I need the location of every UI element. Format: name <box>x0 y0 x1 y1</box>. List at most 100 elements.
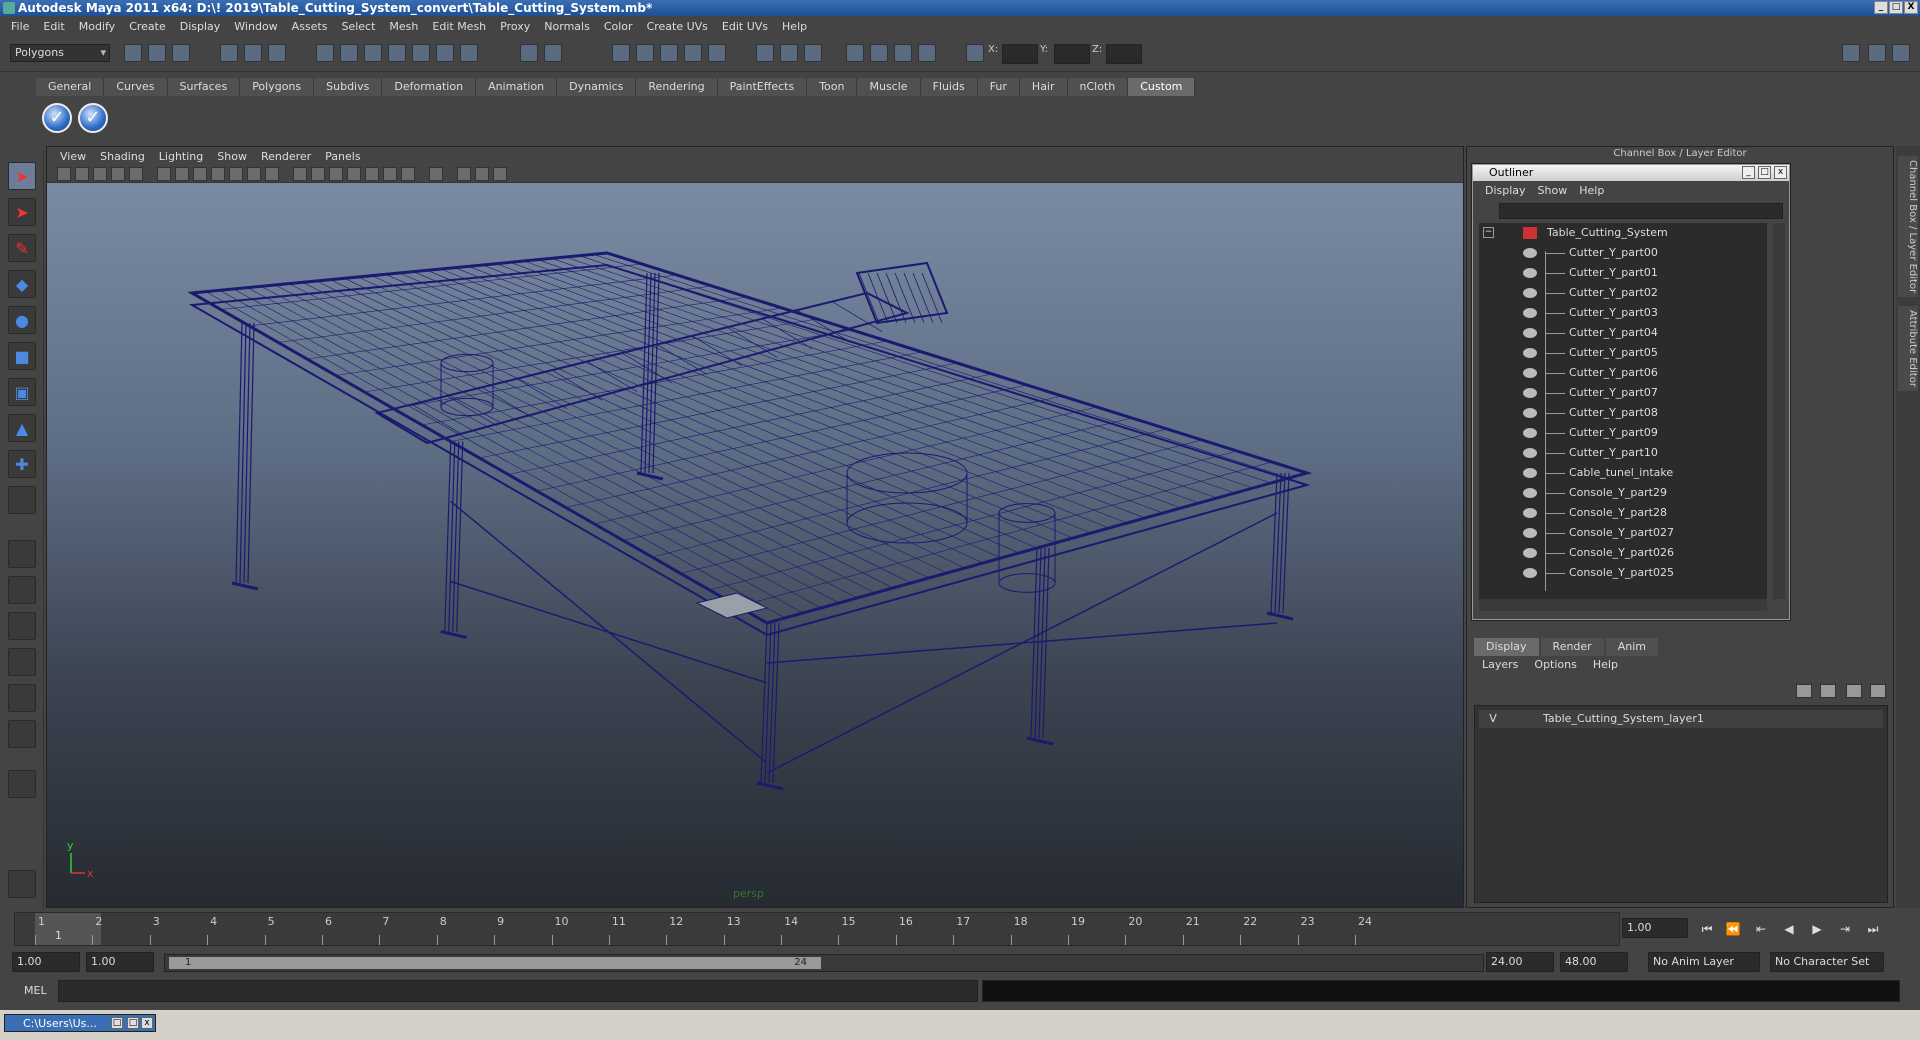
isolate-select-icon[interactable] <box>429 167 443 181</box>
layout-graph-persp-icon[interactable] <box>8 648 36 676</box>
safe-title-icon[interactable] <box>265 167 279 181</box>
shelf-tab-surfaces[interactable]: Surfaces <box>167 78 241 96</box>
select-object-icon[interactable] <box>244 44 262 62</box>
outliner-vertical-scrollbar[interactable] <box>1773 223 1785 599</box>
channel-box-toggle-icon[interactable] <box>756 44 774 62</box>
checkmark-icon[interactable]: ✓ <box>42 103 72 133</box>
scale-tool-icon[interactable]: ■ <box>8 342 36 370</box>
wireframe-model[interactable]: y x <box>47 183 1464 908</box>
close-button[interactable]: X <box>1904 1 1918 14</box>
grid-icon[interactable] <box>157 167 171 181</box>
move-tool-icon[interactable]: ◆ <box>8 270 36 298</box>
new-layer-icon[interactable] <box>1846 684 1862 698</box>
character-set-selector[interactable]: No Character Set <box>1770 952 1884 972</box>
menu-help[interactable]: Help <box>775 20 814 33</box>
soft-modification-icon[interactable]: ▲ <box>8 414 36 442</box>
menu-assets[interactable]: Assets <box>285 20 335 33</box>
animation-end-field[interactable]: 48.00 <box>1560 952 1628 972</box>
outliner-item[interactable]: Cutter_Y_part02 <box>1479 283 1767 303</box>
outliner-item[interactable]: Console_Y_part026 <box>1479 543 1767 563</box>
make-live-icon[interactable] <box>412 44 430 62</box>
attribute-editor-toggle-icon[interactable] <box>780 44 798 62</box>
viewport-menu-view[interactable]: View <box>53 150 93 163</box>
layout-single-icon[interactable] <box>1842 44 1860 62</box>
menu-edit-uvs[interactable]: Edit UVs <box>715 20 775 33</box>
high-quality-icon[interactable] <box>401 167 415 181</box>
outliner-item[interactable]: Cutter_Y_part10 <box>1479 443 1767 463</box>
step-back-icon[interactable]: ⏪ <box>1724 920 1742 938</box>
snap-plane-icon[interactable] <box>388 44 406 62</box>
layout-perspective-icon[interactable] <box>8 540 36 568</box>
outliner-item[interactable]: Cutter_Y_part01 <box>1479 263 1767 283</box>
shelf-tab-animation[interactable]: Animation <box>476 78 558 96</box>
wireframe-icon[interactable] <box>293 167 307 181</box>
shelf-tab-toon[interactable]: Toon <box>807 78 858 96</box>
channel-box-side-tab[interactable]: Channel Box / Layer Editor <box>1898 156 1918 298</box>
outliner-item[interactable]: Console_Y_part027 <box>1479 523 1767 543</box>
taskbar-maximize-button[interactable]: □ <box>127 1017 139 1029</box>
go-to-end-icon[interactable]: ⏭ <box>1864 920 1882 938</box>
outliner-maximize-button[interactable]: □ <box>1758 166 1771 179</box>
layout-four-view-icon[interactable] <box>8 576 36 604</box>
shadows-icon[interactable] <box>383 167 397 181</box>
paint-effects-icon[interactable] <box>8 870 36 898</box>
layer-tab-display[interactable]: Display <box>1474 638 1539 656</box>
outliner-close-button[interactable]: x <box>1774 166 1787 179</box>
outliner-item[interactable]: Cutter_Y_part08 <box>1479 403 1767 423</box>
outliner-item[interactable]: Cable_tunel_intake <box>1479 463 1767 483</box>
lasso-tool-icon[interactable]: ➤ <box>8 198 36 226</box>
collapse-icon[interactable]: − <box>1483 227 1494 238</box>
maximize-button[interactable]: □ <box>1889 1 1903 14</box>
outliner-horizontal-scrollbar[interactable] <box>1479 599 1767 611</box>
menu-edit[interactable]: Edit <box>36 20 71 33</box>
viewport-menu-panels[interactable]: Panels <box>318 150 367 163</box>
menu-color[interactable]: Color <box>597 20 640 33</box>
shelf-tab-ncloth[interactable]: nCloth <box>1067 78 1129 96</box>
viewport-menu-renderer[interactable]: Renderer <box>254 150 318 163</box>
render-view-icon[interactable] <box>612 44 630 62</box>
transform-field-icon[interactable] <box>966 44 984 62</box>
perspective-viewport[interactable]: View Shading Lighting Show Renderer Pane… <box>46 146 1464 908</box>
shelf-tab-general[interactable]: General <box>36 78 105 96</box>
layer-menu-layers[interactable]: Layers <box>1474 658 1526 671</box>
wireframe-on-shaded-icon[interactable] <box>329 167 343 181</box>
viewport-menu-lighting[interactable]: Lighting <box>152 150 210 163</box>
outliner-menu-display[interactable]: Display <box>1479 184 1532 197</box>
layer-row[interactable]: V Table_Cutting_System_layer1 <box>1479 710 1883 728</box>
tool-settings-toggle-icon[interactable] <box>804 44 822 62</box>
current-frame-field[interactable]: 1.00 <box>1622 918 1688 938</box>
outliner-item[interactable]: Cutter_Y_part09 <box>1479 423 1767 443</box>
taskbar-close-button[interactable]: x <box>141 1017 153 1029</box>
move-layer-down-icon[interactable] <box>1820 684 1836 698</box>
outliner-menu-show[interactable]: Show <box>1532 184 1574 197</box>
outliner-item[interactable]: Console_Y_part025 <box>1479 563 1767 583</box>
hypershade-icon[interactable] <box>708 44 726 62</box>
show-manipulator-icon[interactable]: ✚ <box>8 450 36 478</box>
select-component-icon[interactable] <box>268 44 286 62</box>
xray-components-icon[interactable] <box>493 167 507 181</box>
shelf-tab-rendering[interactable]: Rendering <box>636 78 718 96</box>
smooth-shade-icon[interactable] <box>311 167 325 181</box>
snap-grid-icon[interactable] <box>316 44 334 62</box>
shelf-tab-fluids[interactable]: Fluids <box>920 78 978 96</box>
checkmark-icon[interactable]: ✓ <box>78 103 108 133</box>
camera-sequencer-icon[interactable] <box>846 44 864 62</box>
menu-create-uvs[interactable]: Create UVs <box>640 20 715 33</box>
resolution-gate-icon[interactable] <box>193 167 207 181</box>
menu-modify[interactable]: Modify <box>72 20 122 33</box>
layer-tab-render[interactable]: Render <box>1540 638 1604 656</box>
range-slider[interactable]: 1 24 <box>164 954 1484 972</box>
time-slider[interactable]: 1 1 2 3 4 5 6 7 8 9 10 11 12 13 14 15 16 17 18 19 20 21 22 23 2… <box>14 912 1620 946</box>
menu-file[interactable]: File <box>4 20 36 33</box>
gate-mask-icon[interactable] <box>211 167 225 181</box>
outliner-item[interactable]: Cutter_Y_part06 <box>1479 363 1767 383</box>
construction-history-icon[interactable] <box>460 44 478 62</box>
shelf-tab-fur[interactable]: Fur <box>977 78 1020 96</box>
shelf-tab-subdivs[interactable]: Subdivs <box>314 78 383 96</box>
menu-create[interactable]: Create <box>122 20 173 33</box>
outliner-menu-help[interactable]: Help <box>1573 184 1610 197</box>
image-plane-icon[interactable] <box>111 167 125 181</box>
move-layer-up-icon[interactable] <box>1796 684 1812 698</box>
shelf-tab-muscle[interactable]: Muscle <box>857 78 921 96</box>
minimize-button[interactable]: _ <box>1874 1 1888 14</box>
